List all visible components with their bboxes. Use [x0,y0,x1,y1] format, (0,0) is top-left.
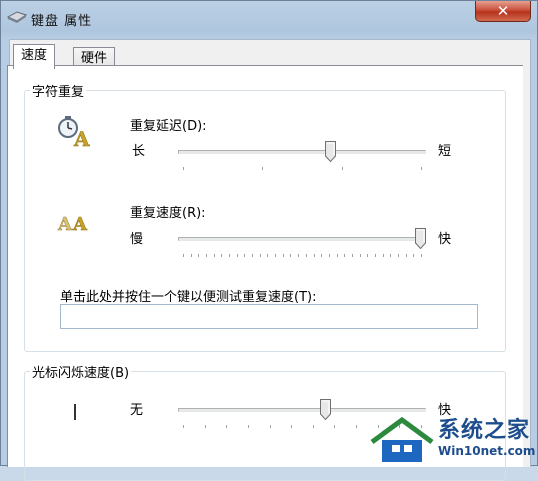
slider-tick [244,254,246,257]
tab-panel-speed: 字符重复 A 重复延迟(D): 长 短 A A 重复速度(R): 慢 快 单击此… [7,65,523,481]
text-cursor-icon [74,404,76,420]
char-repeat-legend: 字符重复 [30,81,87,100]
site-watermark: 系统之家 Win10net.com [368,410,538,466]
slider-tick [267,254,269,257]
slider-tick [269,425,271,428]
svg-text:A: A [57,214,73,235]
slider-tick [312,425,314,428]
slider-tick [298,254,300,257]
slider-tick [183,167,184,170]
repeat-rate-label: 重复速度(R): [130,206,206,221]
repeat-test-input[interactable] [60,304,478,329]
slider-tick [390,254,392,257]
repeat-delay-icon: A [58,116,90,150]
repeat-rate-ticks [183,254,422,258]
slider-tick [382,254,384,257]
window-title: 键盘 属性 [31,14,93,29]
slider-tick [291,425,293,428]
slider-tick [305,254,307,257]
cursor-blink-slider-thumb[interactable] [320,399,332,420]
cursor-blink-legend: 光标闪烁速度(B) [30,362,132,381]
slider-tick [252,254,254,257]
slider-tick [421,167,422,170]
slider-tick [206,254,208,257]
slider-tick [397,254,399,257]
repeat-rate-track[interactable] [178,237,426,241]
slider-tick [328,254,330,257]
slider-tick [356,425,358,428]
slider-tick [259,254,261,257]
slider-tick [262,167,264,170]
watermark-url: Win10net.com [438,444,536,458]
title-bar[interactable]: 键盘 属性 ✕ [1,1,537,37]
slider-tick [236,254,238,257]
repeat-delay-ticks [183,167,422,171]
slider-tick [198,254,200,257]
slider-tick [313,254,315,257]
slider-tick [275,254,277,257]
tab-speed[interactable]: 速度 [13,44,56,69]
repeat-rate-slider-thumb[interactable] [415,228,426,249]
house-logo-icon [370,416,434,462]
slider-tick [344,254,346,257]
slider-tick [226,425,228,428]
slider-tick [190,254,192,257]
repeat-delay-min-label: 长 [132,144,146,159]
test-prompt-label: 单击此处并按住一个键以便测试重复速度(T): [60,290,317,305]
slider-tick [229,254,231,257]
repeat-rate-icon: A A [57,214,89,236]
slider-tick [321,254,323,257]
slider-tick [351,254,353,257]
slider-tick [282,254,284,257]
slider-tick [413,254,415,257]
tab-speed-label: 速度 [21,48,48,63]
watermark-title: 系统之家 [438,418,531,443]
slider-tick [334,425,336,428]
slider-tick [204,425,206,428]
cursor-blink-min-label: 无 [130,403,144,418]
slider-tick [421,254,422,257]
slider-tick [221,254,223,257]
slider-tick [213,254,215,257]
svg-text:A: A [73,127,90,150]
repeat-delay-track[interactable] [178,150,426,154]
slider-tick [367,254,369,257]
slider-tick [374,254,376,257]
slider-tick [183,254,184,257]
close-button[interactable]: ✕ [475,1,531,22]
slider-tick [290,254,292,257]
slider-tick [183,425,184,428]
slider-tick [405,254,407,257]
close-icon: ✕ [496,2,510,20]
repeat-rate-max-label: 快 [438,232,452,247]
repeat-delay-slider-thumb[interactable] [324,141,336,162]
svg-text:A: A [72,214,88,235]
dialog-window: 键盘 属性 ✕ 速度 硬件 字符重复 A 重复延迟(D): 长 短 A A 重复… [0,0,538,481]
repeat-rate-min-label: 慢 [130,232,144,247]
slider-tick [359,254,361,257]
repeat-delay-label: 重复延迟(D): [130,119,207,134]
slider-tick [247,425,249,428]
slider-tick [336,254,338,257]
slider-tick [341,167,343,170]
tab-hardware-label: 硬件 [81,51,108,66]
keyboard-icon [7,11,27,23]
repeat-delay-max-label: 短 [438,144,452,159]
